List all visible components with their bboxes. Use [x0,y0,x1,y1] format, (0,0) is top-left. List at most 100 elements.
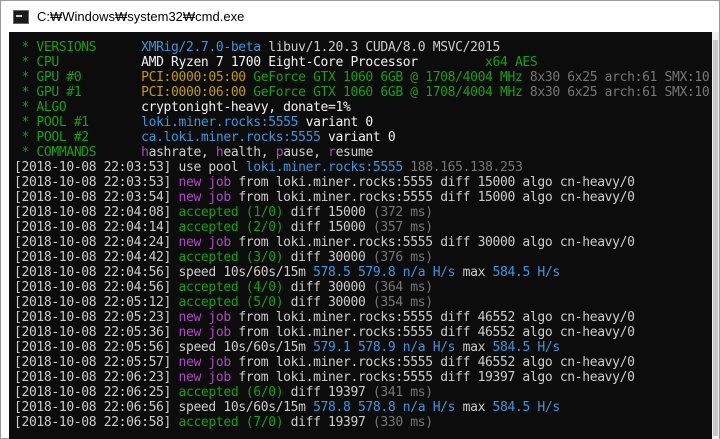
log-timestamp: [2018-10-08 22:06:23] [14,370,172,385]
header-line: * GPU #0 PCI:0000:05:00 GeForce GTX 1060… [14,70,709,85]
log-line: [2018-10-08 22:03:53] new job from loki.… [14,175,709,190]
log-segment: accepted (2/0) [171,220,284,235]
vertical-scrollbar[interactable] [712,32,719,439]
log-line: [2018-10-08 22:06:56] speed 10s/60s/15m … [14,400,709,415]
log-segment: diff 30000 [283,295,373,310]
header-label: * POOL #2 [14,130,142,145]
log-segment: diff 15000 [283,220,373,235]
cmd-window: C:₩Windows₩system32₩cmd.exe * VERSIONS X… [0,0,720,439]
window-title: C:₩Windows₩system32₩cmd.exe [37,9,245,24]
log-segment: (364 ms) [372,280,433,295]
header-value: 8x30 6x25 arch:61 SMX:10 [522,70,710,85]
log-segment: accepted (6/0) [171,385,284,400]
log-segment: accepted (5/0) [171,295,284,310]
log-segment: new job [171,175,231,190]
header-value: loki.miner.rocks:5555 [141,115,299,130]
log-segment: diff 30000 [283,280,373,295]
log-segment: from loki.miner.rocks:5555 diff 15000 al… [230,175,635,190]
log-timestamp: [2018-10-08 22:03:53] [14,160,172,175]
log-segment: (330 ms) [372,415,433,430]
log-segment: from loki.miner.rocks:5555 diff 46552 al… [230,310,635,325]
log-timestamp: [2018-10-08 22:05:12] [14,295,172,310]
log-segment: new job [171,235,231,250]
log-segment: (372 ms) [372,205,433,220]
log-segment: new job [171,355,231,370]
header-label: * POOL #1 [14,115,142,130]
header-value: AMD Ryzen 7 1700 Eight-Core Processor [141,55,418,70]
log-segment: speed 10s/60s/15m [171,400,314,415]
log-segment: max [455,265,493,280]
log-timestamp: [2018-10-08 22:04:56] [14,265,172,280]
header-label: * VERSIONS [14,40,142,55]
log-segment: new job [171,370,231,385]
log-segment: speed 10s/60s/15m [171,340,314,355]
log-segment: loki.miner.rocks:5555 [245,160,403,175]
header-value: ealth, [223,145,276,160]
log-segment: accepted (3/0) [171,250,284,265]
log-timestamp: [2018-10-08 22:06:25] [14,385,172,400]
log-line: [2018-10-08 22:05:36] new job from loki.… [14,325,709,340]
log-segment: 579.1 578.9 n/a H/s [313,340,456,355]
log-timestamp: [2018-10-08 22:03:54] [14,190,172,205]
log-timestamp: [2018-10-08 22:04:56] [14,280,172,295]
log-timestamp: [2018-10-08 22:05:56] [14,340,172,355]
log-line: [2018-10-08 22:04:08] accepted (1/0) dif… [14,205,709,220]
log-segment: 584.5 H/s [492,265,561,280]
header-label: * GPU #1 [14,85,142,100]
log-timestamp: [2018-10-08 22:04:24] [14,235,172,250]
log-segment: 188.165.138.253 [402,160,523,175]
header-value: 8x30 6x25 arch:61 SMX:10 [522,85,710,100]
log-segment: (376 ms) [372,250,433,265]
log-line: [2018-10-08 22:05:12] accepted (5/0) dif… [14,295,709,310]
header-line: * ALGO cryptonight-heavy, donate=1% [14,100,709,115]
log-segment: from loki.miner.rocks:5555 diff 19397 al… [230,370,635,385]
log-segment: diff 30000 [283,250,373,265]
header-line: * GPU #1 PCI:0000:06:00 GeForce GTX 1060… [14,85,709,100]
log-timestamp: [2018-10-08 22:04:08] [14,205,172,220]
log-segment: 578.5 579.8 n/a H/s [313,265,456,280]
header-value: ashrate, [148,145,216,160]
log-segment: from loki.miner.rocks:5555 diff 15000 al… [230,190,635,205]
header-value: variant 0 [320,130,396,145]
log-segment: new job [171,190,231,205]
header-label: * GPU #0 [14,70,142,85]
log-segment: new job [171,325,231,340]
log-timestamp: [2018-10-08 22:06:58] [14,415,172,430]
header-value: PCI:0000:06:00 [141,85,254,100]
console-lines: * VERSIONS XMRig/2.7.0-beta libuv/1.20.3… [14,40,710,430]
log-segment: max [455,400,493,415]
log-line: [2018-10-08 22:05:57] new job from loki.… [14,355,709,370]
header-label: * COMMANDS [14,145,142,160]
console-icon [13,9,29,24]
log-segment: from loki.miner.rocks:5555 diff 46552 al… [230,325,635,340]
header-value: ause, [283,145,329,160]
log-line: [2018-10-08 22:03:54] new job from loki.… [14,190,709,205]
log-line: [2018-10-08 22:06:58] accepted (7/0) dif… [14,415,709,430]
title-bar[interactable]: C:₩Windows₩system32₩cmd.exe [1,1,719,32]
header-value: x64 AES [417,55,538,70]
header-value: ca.loki.miner.rocks:5555 [141,130,321,145]
log-line: [2018-10-08 22:04:14] accepted (2/0) dif… [14,220,709,235]
log-segment: accepted (1/0) [171,205,284,220]
header-line: * POOL #1 loki.miner.rocks:5555 variant … [14,115,709,130]
header-label: * CPU [14,55,142,70]
header-line: * POOL #2 ca.loki.miner.rocks:5555 varia… [14,130,709,145]
header-label: * ALGO [14,100,142,115]
header-line: * COMMANDS hashrate, health, pause, resu… [14,145,709,160]
header-value: libuv/1.20.3 CUDA/8.0 MSVC/2015 [260,40,501,55]
log-timestamp: [2018-10-08 22:03:53] [14,175,172,190]
log-segment: diff 19397 [283,385,373,400]
log-line: [2018-10-08 22:05:23] new job from loki.… [14,310,709,325]
header-value: PCI:0000:05:00 [141,70,254,85]
log-line: [2018-10-08 22:04:24] new job from loki.… [14,235,709,250]
scrollbar-thumb[interactable] [713,40,718,436]
log-segment: 578.8 578.8 n/a H/s [313,400,456,415]
log-segment: (354 ms) [372,295,433,310]
console-output[interactable]: * VERSIONS XMRig/2.7.0-beta libuv/1.20.3… [9,32,712,439]
header-value: variant 0 [298,115,374,130]
header-value: XMRig/2.7.0-beta [141,40,261,55]
log-segment: accepted (4/0) [171,280,284,295]
log-segment: (357 ms) [372,220,433,235]
log-line: [2018-10-08 22:06:23] new job from loki.… [14,370,709,385]
log-segment: from loki.miner.rocks:5555 diff 30000 al… [230,235,635,250]
